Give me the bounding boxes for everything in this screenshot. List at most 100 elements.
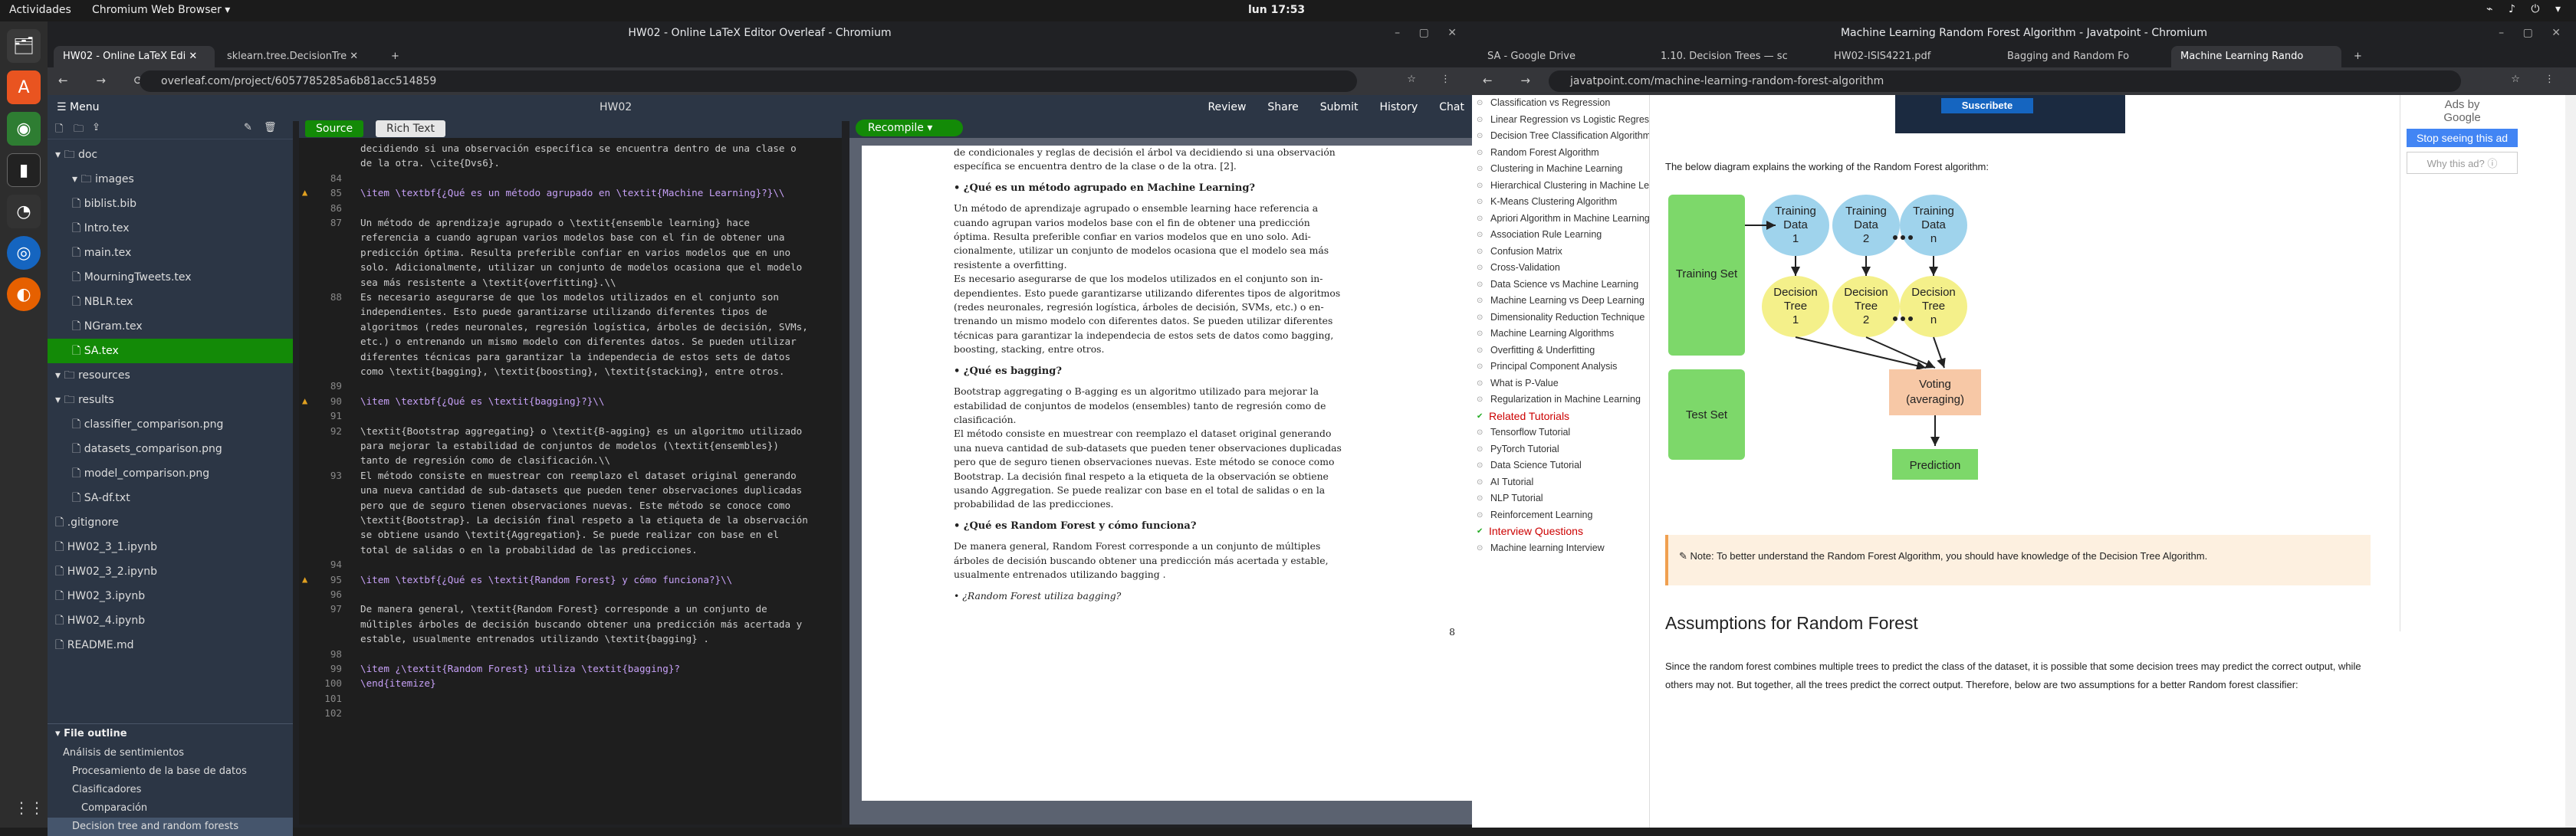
- new-tab-button[interactable]: +: [382, 46, 405, 67]
- files-icon[interactable]: 🗂: [7, 29, 41, 63]
- chromium-icon[interactable]: ◎: [7, 236, 41, 270]
- nav-link[interactable]: ⊙ Linear Regression vs Logistic Regressi…: [1472, 112, 1649, 129]
- nav-link[interactable]: ⊙ Reinforcement Learning: [1472, 507, 1649, 524]
- software-icon[interactable]: A: [7, 70, 41, 104]
- file-tree-item[interactable]: 🗋 datasets_comparison.png: [48, 437, 293, 461]
- nav-link[interactable]: ⊙ Overfitting & Underfitting: [1472, 343, 1649, 359]
- nav-link[interactable]: ⊙ Clustering in Machine Learning: [1472, 161, 1649, 178]
- recompile-button[interactable]: Recompile ▾: [856, 120, 963, 136]
- history-button[interactable]: History: [1379, 101, 1418, 113]
- pdf-page[interactable]: de condicionales y reglas de decisión el…: [862, 146, 1501, 801]
- ad-banner[interactable]: Suscribete: [1895, 95, 2125, 133]
- nav-link[interactable]: ⊙ Decision Tree Classification Algorithm: [1472, 128, 1649, 145]
- outline-title[interactable]: ▾ File outline: [48, 724, 293, 744]
- file-tree-item[interactable]: 🗋 model_comparison.png: [48, 461, 293, 486]
- code-lines[interactable]: decidiendo si una observación específica…: [299, 141, 842, 825]
- browser-actions[interactable]: ☆ ⋮: [1407, 74, 1461, 85]
- browser-tab[interactable]: HW02-ISIS4221.pdf: [1825, 46, 1995, 67]
- nav-link[interactable]: ⊙ K-Means Clustering Algorithm: [1472, 194, 1649, 211]
- rich-text-tab[interactable]: Rich Text: [376, 120, 445, 137]
- chat-button[interactable]: Chat: [1439, 101, 1464, 113]
- browser-tab[interactable]: Bagging and Random Fo: [1998, 46, 2168, 67]
- window-controls[interactable]: – ▢ ✕: [1395, 21, 1464, 44]
- file-tree-item[interactable]: 🗋 README.md: [48, 633, 293, 657]
- nav-link[interactable]: ⊙ Machine Learning Algorithms: [1472, 326, 1649, 343]
- file-tree-item[interactable]: ▾ 🗀 doc: [48, 143, 293, 167]
- outline-item[interactable]: Comparación: [48, 799, 293, 818]
- delete-icon[interactable]: 🗑: [264, 122, 277, 133]
- outline-item[interactable]: Clasificadores: [48, 781, 293, 799]
- tab-sklearn[interactable]: sklearn.tree.DecisionTre ✕: [218, 46, 379, 67]
- menu-button[interactable]: ☰ Menu: [57, 101, 99, 113]
- share-button[interactable]: Share: [1267, 101, 1298, 113]
- browser-tab[interactable]: SA - Google Drive: [1478, 46, 1648, 67]
- source-tab[interactable]: Source: [305, 120, 364, 137]
- project-name[interactable]: HW02: [600, 101, 632, 113]
- nav-link[interactable]: ⊙ Classification vs Regression: [1472, 95, 1649, 112]
- nav-link[interactable]: ⊙ PyTorch Tutorial: [1472, 441, 1649, 458]
- nav-link[interactable]: ⊙ Confusion Matrix: [1472, 244, 1649, 261]
- activities-button[interactable]: Actividades: [9, 4, 71, 16]
- nav-link[interactable]: ⊙ What is P-Value: [1472, 375, 1649, 392]
- nav-link[interactable]: ⊙ Hierarchical Clustering in Machine Lea…: [1472, 178, 1649, 195]
- file-tree-item[interactable]: 🗋 NBLR.tex: [48, 290, 293, 314]
- file-tree-item[interactable]: 🗋 HW02_3.ipynb: [48, 584, 293, 608]
- submit-button[interactable]: Submit: [1320, 101, 1359, 113]
- outline-item[interactable]: Análisis de sentimientos: [48, 744, 293, 762]
- nav-link[interactable]: ⊙ AI Tutorial: [1472, 474, 1649, 491]
- nav-link[interactable]: ⊙ Dimensionality Reduction Technique: [1472, 310, 1649, 326]
- rename-icon[interactable]: ✎: [244, 122, 252, 133]
- nav-link[interactable]: ⊙ Principal Component Analysis: [1472, 359, 1649, 375]
- nav-link[interactable]: ⊙ Tensorflow Tutorial: [1472, 425, 1649, 441]
- nav-link[interactable]: ⊙ Data Science Tutorial: [1472, 457, 1649, 474]
- file-tree-item[interactable]: 🗋 HW02_4.ipynb: [48, 608, 293, 633]
- app-menu[interactable]: Chromium Web Browser ▾: [92, 4, 230, 16]
- file-tree-item[interactable]: ▾ 🗀 resources: [48, 363, 293, 388]
- nav-link[interactable]: ⊙ Data Science vs Machine Learning: [1472, 277, 1649, 293]
- upload-icon[interactable]: ⇪: [92, 122, 100, 133]
- nav-link[interactable]: ⊙ Apriori Algorithm in Machine Learning: [1472, 211, 1649, 228]
- outline-item[interactable]: Decision tree and random forests: [48, 818, 293, 836]
- new-folder-icon[interactable]: 🗀: [74, 122, 84, 139]
- file-tree-item[interactable]: 🗋 classifier_comparison.png: [48, 412, 293, 437]
- file-tree-item[interactable]: 🗋 HW02_3_2.ipynb: [48, 559, 293, 584]
- browser-tab[interactable]: Machine Learning Rando: [2171, 46, 2341, 67]
- file-tree-item[interactable]: 🗋 NGram.tex: [48, 314, 293, 339]
- review-button[interactable]: Review: [1208, 101, 1246, 113]
- file-tree-item[interactable]: 🗋 HW02_3_1.ipynb: [48, 535, 293, 559]
- nav-link[interactable]: ⊙ Random Forest Algorithm: [1472, 145, 1649, 162]
- browser-icon[interactable]: ◉: [7, 112, 41, 146]
- new-tab-button[interactable]: +: [2344, 46, 2371, 67]
- file-tree-item[interactable]: 🗋 Intro.tex: [48, 216, 293, 241]
- nav-link[interactable]: ⊙ Association Rule Learning: [1472, 227, 1649, 244]
- tab-overleaf[interactable]: HW02 - Online LaTeX Edi ✕: [54, 46, 215, 67]
- nav-link[interactable]: ⊙ Cross-Validation: [1472, 260, 1649, 277]
- file-tree-item[interactable]: 🗋 main.tex: [48, 241, 293, 265]
- outline-item[interactable]: Procesamiento de la base de datos: [48, 762, 293, 781]
- stop-ad-button[interactable]: Stop seeing this ad: [2407, 129, 2518, 147]
- window-controls[interactable]: – ▢ ✕: [2499, 21, 2568, 44]
- nav-link[interactable]: ⊙ Machine learning Interview: [1472, 540, 1649, 557]
- browser-actions[interactable]: ☆ ⋮: [2511, 74, 2565, 85]
- url-input[interactable]: javatpoint.com/machine-learning-random-f…: [1549, 70, 2461, 92]
- file-tree-item[interactable]: 🗋 .gitignore: [48, 510, 293, 535]
- why-ad-button[interactable]: Why this ad? ⓘ: [2407, 152, 2518, 174]
- file-tree-item[interactable]: 🗋 biblist.bib: [48, 192, 293, 216]
- file-tree-item[interactable]: 🗋 SA-df.txt: [48, 486, 293, 510]
- subscribe-button[interactable]: Suscribete: [1941, 98, 2033, 113]
- firefox-icon[interactable]: ◐: [7, 277, 41, 311]
- new-file-icon[interactable]: 🗋: [55, 122, 63, 139]
- monitor-icon[interactable]: ◔: [7, 195, 41, 228]
- url-input[interactable]: overleaf.com/project/6057785285a6b81acc5…: [140, 70, 1357, 92]
- file-tree-item[interactable]: ▾ 🗀 results: [48, 388, 293, 412]
- browser-tab[interactable]: 1.10. Decision Trees — sc: [1651, 46, 1822, 67]
- file-tree-item[interactable]: ▾ 🗀 images: [48, 167, 293, 192]
- page-scrollbar[interactable]: [2565, 95, 2576, 828]
- nav-link[interactable]: ⊙ NLP Tutorial: [1472, 490, 1649, 507]
- nav-link[interactable]: ⊙ Regularization in Machine Learning: [1472, 392, 1649, 408]
- nav-link[interactable]: ⊙ Machine Learning vs Deep Learning: [1472, 293, 1649, 310]
- file-tree-item[interactable]: 🗋 SA.tex: [48, 339, 293, 363]
- file-tree-item[interactable]: 🗋 MourningTweets.tex: [48, 265, 293, 290]
- clock[interactable]: lun 17:53: [1248, 4, 1305, 16]
- terminal-icon[interactable]: ▮: [7, 153, 41, 187]
